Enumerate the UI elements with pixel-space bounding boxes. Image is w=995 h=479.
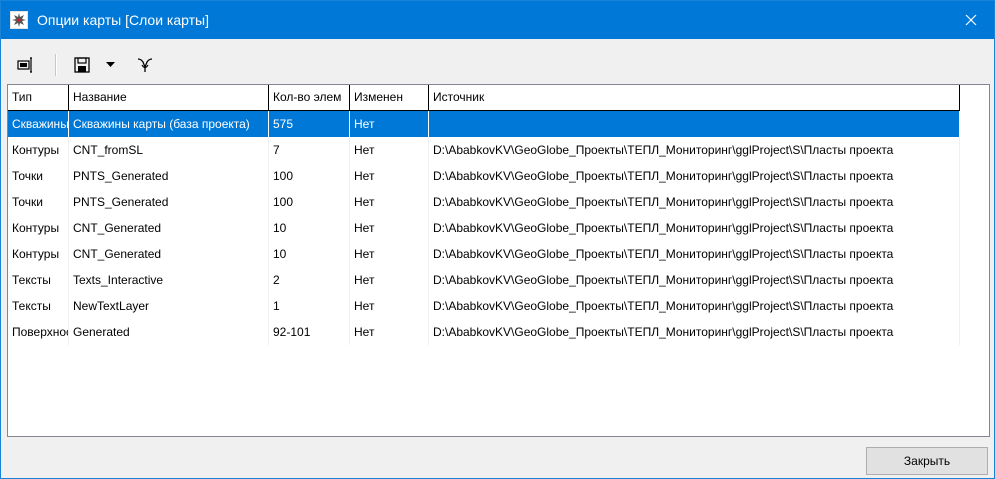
cell-modified: Нет — [350, 137, 429, 163]
cell-modified: Нет — [350, 319, 429, 345]
cell-modified: Нет — [350, 189, 429, 215]
cell-modified: Нет — [350, 267, 429, 293]
layers-table: Тип Название Кол-во элем Изменен Источни… — [7, 84, 990, 437]
column-header-name[interactable]: Название — [69, 85, 269, 110]
cell-count: 575 — [269, 111, 350, 137]
filter-icon — [137, 58, 153, 72]
cell-name: Generated — [69, 319, 269, 345]
column-header-source[interactable]: Источник — [429, 85, 960, 110]
cell-count: 100 — [269, 163, 350, 189]
cell-name: CNT_Generated — [69, 241, 269, 267]
cell-name: Скважины карты (база проекта) — [69, 111, 269, 137]
cell-name: PNTS_Generated — [69, 163, 269, 189]
column-header-modified[interactable]: Изменен — [350, 85, 429, 110]
cell-source: D:\AbabkovKV\GeoGlobe_Проекты\ТЕПЛ_Монит… — [429, 137, 960, 163]
table-row[interactable]: Контуры CNT_fromSL 7 Нет D:\AbabkovKV\GeoGlo… — [8, 137, 960, 163]
cell-count: 1 — [269, 293, 350, 319]
close-window-button[interactable] — [948, 1, 994, 39]
layer-properties-icon — [17, 57, 32, 73]
cell-name: NewTextLayer — [69, 293, 269, 319]
table-row[interactable]: Тексты Texts_Interactive 2 Нет D:\AbabkovKV\… — [8, 267, 960, 293]
toolbar-separator — [55, 54, 57, 76]
cell-count: 92-101 — [269, 319, 350, 345]
dropdown-arrow-icon — [105, 62, 115, 67]
cell-modified: Нет — [350, 241, 429, 267]
cell-source: D:\AbabkovKV\GeoGlobe_Проекты\ТЕПЛ_Монит… — [429, 163, 960, 189]
window-title: Опции карты [Слои карты] — [37, 12, 209, 28]
table-row[interactable]: Контуры CNT_Generated 10 Нет D:\AbabkovKV\Ge… — [8, 241, 960, 267]
cell-count: 2 — [269, 267, 350, 293]
cell-name: CNT_fromSL — [69, 137, 269, 163]
close-icon — [965, 14, 977, 26]
cell-name: CNT_Generated — [69, 215, 269, 241]
cell-modified: Нет — [350, 111, 429, 137]
cell-count: 10 — [269, 241, 350, 267]
cell-count: 7 — [269, 137, 350, 163]
column-header-count[interactable]: Кол-во элем — [269, 85, 350, 110]
cell-count: 100 — [269, 189, 350, 215]
title-bar: Опции карты [Слои карты] — [1, 1, 994, 39]
cell-source: D:\AbabkovKV\GeoGlobe_Проекты\ТЕПЛ_Монит… — [429, 241, 960, 267]
table-row[interactable]: ПоверхностиGenerated92-101НетD:\AbabkovK… — [8, 319, 960, 345]
layer-properties-button[interactable] — [11, 52, 41, 78]
cell-type: Скважины — [8, 111, 69, 137]
table-row[interactable]: Точки PNTS_Generated 100 Нет D:\AbabkovKV\Ge… — [8, 189, 960, 215]
close-button[interactable]: Закрыть — [866, 447, 988, 475]
cell-type: Контуры — [8, 241, 69, 267]
save-dropdown-button[interactable] — [103, 52, 117, 78]
cell-type: Тексты — [8, 293, 69, 319]
cell-source: D:\AbabkovKV\GeoGlobe_Проекты\ТЕПЛ_Монит… — [429, 215, 960, 241]
app-icon — [10, 11, 28, 29]
cell-name: PNTS_Generated — [69, 189, 269, 215]
cell-type: Точки — [8, 189, 69, 215]
cell-type: Контуры — [8, 137, 69, 163]
table-row[interactable]: Тексты NewTextLayer 1 Нет D:\AbabkovKV\GeoGl… — [8, 293, 960, 319]
table-header: Тип Название Кол-во элем Изменен Источни… — [8, 85, 960, 111]
cell-type: Поверхности — [8, 319, 69, 345]
cell-name: Texts_Interactive — [69, 267, 269, 293]
cell-source: D:\AbabkovKV\GeoGlobe_Проекты\ТЕПЛ_Монит… — [429, 189, 960, 215]
cell-count: 10 — [269, 215, 350, 241]
cell-modified: Нет — [350, 293, 429, 319]
cell-source — [429, 111, 960, 137]
cell-source: D:\AbabkovKV\GeoGlobe_Проекты\ТЕПЛ_Монит… — [429, 293, 960, 319]
filter-button[interactable] — [133, 52, 157, 78]
table-row[interactable]: Контуры CNT_Generated 10 Нет D:\AbabkovKV\Ge… — [8, 215, 960, 241]
save-icon — [74, 57, 90, 73]
cell-modified: Нет — [350, 163, 429, 189]
cell-source: D:\AbabkovKV\GeoGlobe_Проекты\ТЕПЛ_Монит… — [429, 267, 960, 293]
toolbar — [7, 48, 991, 84]
table-row[interactable]: Скважины Скважины карты (база проекта) 575… — [8, 111, 960, 137]
cell-source: D:\AbabkovKV\GeoGlobe_Проекты\ТЕПЛ_Монит… — [429, 319, 960, 345]
cell-type: Точки — [8, 163, 69, 189]
cell-type: Тексты — [8, 267, 69, 293]
cell-modified: Нет — [350, 215, 429, 241]
column-header-type[interactable]: Тип — [8, 85, 69, 110]
save-button[interactable] — [69, 52, 95, 78]
table-row[interactable]: Точки PNTS_Generated 100 Нет D:\AbabkovKV\Ge… — [8, 163, 960, 189]
dialog-window: Опции карты [Слои карты] Тип Название Ко… — [0, 0, 995, 479]
cell-type: Контуры — [8, 215, 69, 241]
